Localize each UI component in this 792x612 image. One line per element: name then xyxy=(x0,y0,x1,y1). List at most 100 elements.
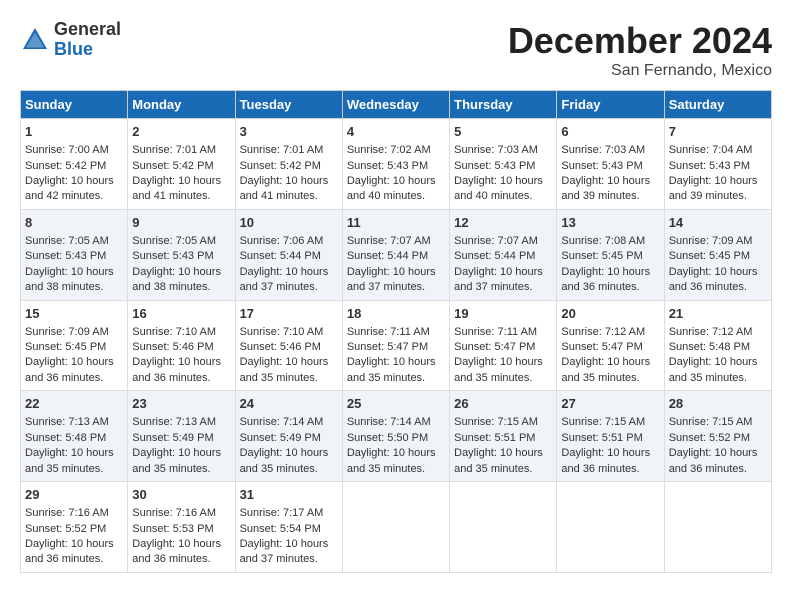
calendar-cell: 8 Sunrise: 7:05 AM Sunset: 5:43 PM Dayli… xyxy=(21,209,128,300)
daylight-text: Daylight: 10 hours and 35 minutes. xyxy=(132,447,221,474)
calendar-week-1: 1 Sunrise: 7:00 AM Sunset: 5:42 PM Dayli… xyxy=(21,119,772,210)
weekday-header-row: Sunday Monday Tuesday Wednesday Thursday… xyxy=(21,91,772,119)
calendar-cell xyxy=(450,482,557,573)
calendar-cell: 10 Sunrise: 7:06 AM Sunset: 5:44 PM Dayl… xyxy=(235,209,342,300)
daylight-text: Daylight: 10 hours and 35 minutes. xyxy=(561,356,650,383)
day-number: 13 xyxy=(561,214,659,232)
calendar-cell: 3 Sunrise: 7:01 AM Sunset: 5:42 PM Dayli… xyxy=(235,119,342,210)
daylight-text: Daylight: 10 hours and 36 minutes. xyxy=(132,538,221,565)
calendar-cell: 12 Sunrise: 7:07 AM Sunset: 5:44 PM Dayl… xyxy=(450,209,557,300)
day-number: 4 xyxy=(347,123,445,141)
daylight-text: Daylight: 10 hours and 36 minutes. xyxy=(669,266,758,293)
header-thursday: Thursday xyxy=(450,91,557,119)
calendar-cell: 1 Sunrise: 7:00 AM Sunset: 5:42 PM Dayli… xyxy=(21,119,128,210)
sunset-text: Sunset: 5:42 PM xyxy=(240,160,321,172)
sunset-text: Sunset: 5:46 PM xyxy=(240,341,321,353)
day-number: 18 xyxy=(347,305,445,323)
daylight-text: Daylight: 10 hours and 41 minutes. xyxy=(240,175,329,202)
calendar-cell: 11 Sunrise: 7:07 AM Sunset: 5:44 PM Dayl… xyxy=(342,209,449,300)
daylight-text: Daylight: 10 hours and 36 minutes. xyxy=(561,447,650,474)
sunrise-text: Sunrise: 7:05 AM xyxy=(25,235,109,247)
sunrise-text: Sunrise: 7:10 AM xyxy=(240,326,324,338)
sunset-text: Sunset: 5:51 PM xyxy=(561,432,642,444)
calendar-cell xyxy=(557,482,664,573)
page-header: General Blue December 2024 San Fernando,… xyxy=(20,20,772,80)
calendar-cell: 26 Sunrise: 7:15 AM Sunset: 5:51 PM Dayl… xyxy=(450,391,557,482)
day-number: 16 xyxy=(132,305,230,323)
calendar-cell: 13 Sunrise: 7:08 AM Sunset: 5:45 PM Dayl… xyxy=(557,209,664,300)
header-saturday: Saturday xyxy=(664,91,771,119)
sunset-text: Sunset: 5:52 PM xyxy=(669,432,750,444)
daylight-text: Daylight: 10 hours and 37 minutes. xyxy=(240,266,329,293)
daylight-text: Daylight: 10 hours and 42 minutes. xyxy=(25,175,114,202)
calendar-cell: 2 Sunrise: 7:01 AM Sunset: 5:42 PM Dayli… xyxy=(128,119,235,210)
sunset-text: Sunset: 5:43 PM xyxy=(25,250,106,262)
sunset-text: Sunset: 5:44 PM xyxy=(240,250,321,262)
day-number: 27 xyxy=(561,395,659,413)
daylight-text: Daylight: 10 hours and 38 minutes. xyxy=(132,266,221,293)
day-number: 14 xyxy=(669,214,767,232)
calendar-week-3: 15 Sunrise: 7:09 AM Sunset: 5:45 PM Dayl… xyxy=(21,300,772,391)
daylight-text: Daylight: 10 hours and 35 minutes. xyxy=(347,356,436,383)
calendar-week-4: 22 Sunrise: 7:13 AM Sunset: 5:48 PM Dayl… xyxy=(21,391,772,482)
day-number: 10 xyxy=(240,214,338,232)
sunrise-text: Sunrise: 7:15 AM xyxy=(561,416,645,428)
daylight-text: Daylight: 10 hours and 41 minutes. xyxy=(132,175,221,202)
sunset-text: Sunset: 5:50 PM xyxy=(347,432,428,444)
calendar-cell: 6 Sunrise: 7:03 AM Sunset: 5:43 PM Dayli… xyxy=(557,119,664,210)
calendar-cell: 16 Sunrise: 7:10 AM Sunset: 5:46 PM Dayl… xyxy=(128,300,235,391)
daylight-text: Daylight: 10 hours and 35 minutes. xyxy=(25,447,114,474)
day-number: 24 xyxy=(240,395,338,413)
sunset-text: Sunset: 5:46 PM xyxy=(132,341,213,353)
sunset-text: Sunset: 5:45 PM xyxy=(25,341,106,353)
sunrise-text: Sunrise: 7:16 AM xyxy=(25,507,109,519)
sunset-text: Sunset: 5:45 PM xyxy=(669,250,750,262)
calendar-cell: 17 Sunrise: 7:10 AM Sunset: 5:46 PM Dayl… xyxy=(235,300,342,391)
calendar-cell: 23 Sunrise: 7:13 AM Sunset: 5:49 PM Dayl… xyxy=(128,391,235,482)
day-number: 9 xyxy=(132,214,230,232)
calendar-cell: 20 Sunrise: 7:12 AM Sunset: 5:47 PM Dayl… xyxy=(557,300,664,391)
sunrise-text: Sunrise: 7:15 AM xyxy=(669,416,753,428)
day-number: 23 xyxy=(132,395,230,413)
sunrise-text: Sunrise: 7:09 AM xyxy=(25,326,109,338)
calendar-week-2: 8 Sunrise: 7:05 AM Sunset: 5:43 PM Dayli… xyxy=(21,209,772,300)
daylight-text: Daylight: 10 hours and 37 minutes. xyxy=(454,266,543,293)
header-monday: Monday xyxy=(128,91,235,119)
sunset-text: Sunset: 5:43 PM xyxy=(561,160,642,172)
sunset-text: Sunset: 5:48 PM xyxy=(25,432,106,444)
day-number: 12 xyxy=(454,214,552,232)
calendar-cell: 15 Sunrise: 7:09 AM Sunset: 5:45 PM Dayl… xyxy=(21,300,128,391)
day-number: 22 xyxy=(25,395,123,413)
sunset-text: Sunset: 5:52 PM xyxy=(25,523,106,535)
calendar-cell: 29 Sunrise: 7:16 AM Sunset: 5:52 PM Dayl… xyxy=(21,482,128,573)
daylight-text: Daylight: 10 hours and 36 minutes. xyxy=(132,356,221,383)
day-number: 11 xyxy=(347,214,445,232)
day-number: 15 xyxy=(25,305,123,323)
sunset-text: Sunset: 5:44 PM xyxy=(347,250,428,262)
sunset-text: Sunset: 5:42 PM xyxy=(25,160,106,172)
calendar-cell: 14 Sunrise: 7:09 AM Sunset: 5:45 PM Dayl… xyxy=(664,209,771,300)
sunrise-text: Sunrise: 7:16 AM xyxy=(132,507,216,519)
daylight-text: Daylight: 10 hours and 37 minutes. xyxy=(240,538,329,565)
daylight-text: Daylight: 10 hours and 36 minutes. xyxy=(25,538,114,565)
sunrise-text: Sunrise: 7:03 AM xyxy=(454,144,538,156)
calendar-cell xyxy=(664,482,771,573)
sunset-text: Sunset: 5:43 PM xyxy=(454,160,535,172)
sunset-text: Sunset: 5:51 PM xyxy=(454,432,535,444)
day-number: 3 xyxy=(240,123,338,141)
sunrise-text: Sunrise: 7:06 AM xyxy=(240,235,324,247)
sunset-text: Sunset: 5:47 PM xyxy=(347,341,428,353)
sunrise-text: Sunrise: 7:14 AM xyxy=(347,416,431,428)
day-number: 7 xyxy=(669,123,767,141)
calendar-table: Sunday Monday Tuesday Wednesday Thursday… xyxy=(20,90,772,573)
calendar-cell: 19 Sunrise: 7:11 AM Sunset: 5:47 PM Dayl… xyxy=(450,300,557,391)
logo-icon xyxy=(20,25,50,55)
sunrise-text: Sunrise: 7:07 AM xyxy=(454,235,538,247)
day-number: 25 xyxy=(347,395,445,413)
header-friday: Friday xyxy=(557,91,664,119)
daylight-text: Daylight: 10 hours and 36 minutes. xyxy=(25,356,114,383)
day-number: 21 xyxy=(669,305,767,323)
logo: General Blue xyxy=(20,20,121,60)
header-wednesday: Wednesday xyxy=(342,91,449,119)
title-block: December 2024 San Fernando, Mexico xyxy=(508,20,772,80)
